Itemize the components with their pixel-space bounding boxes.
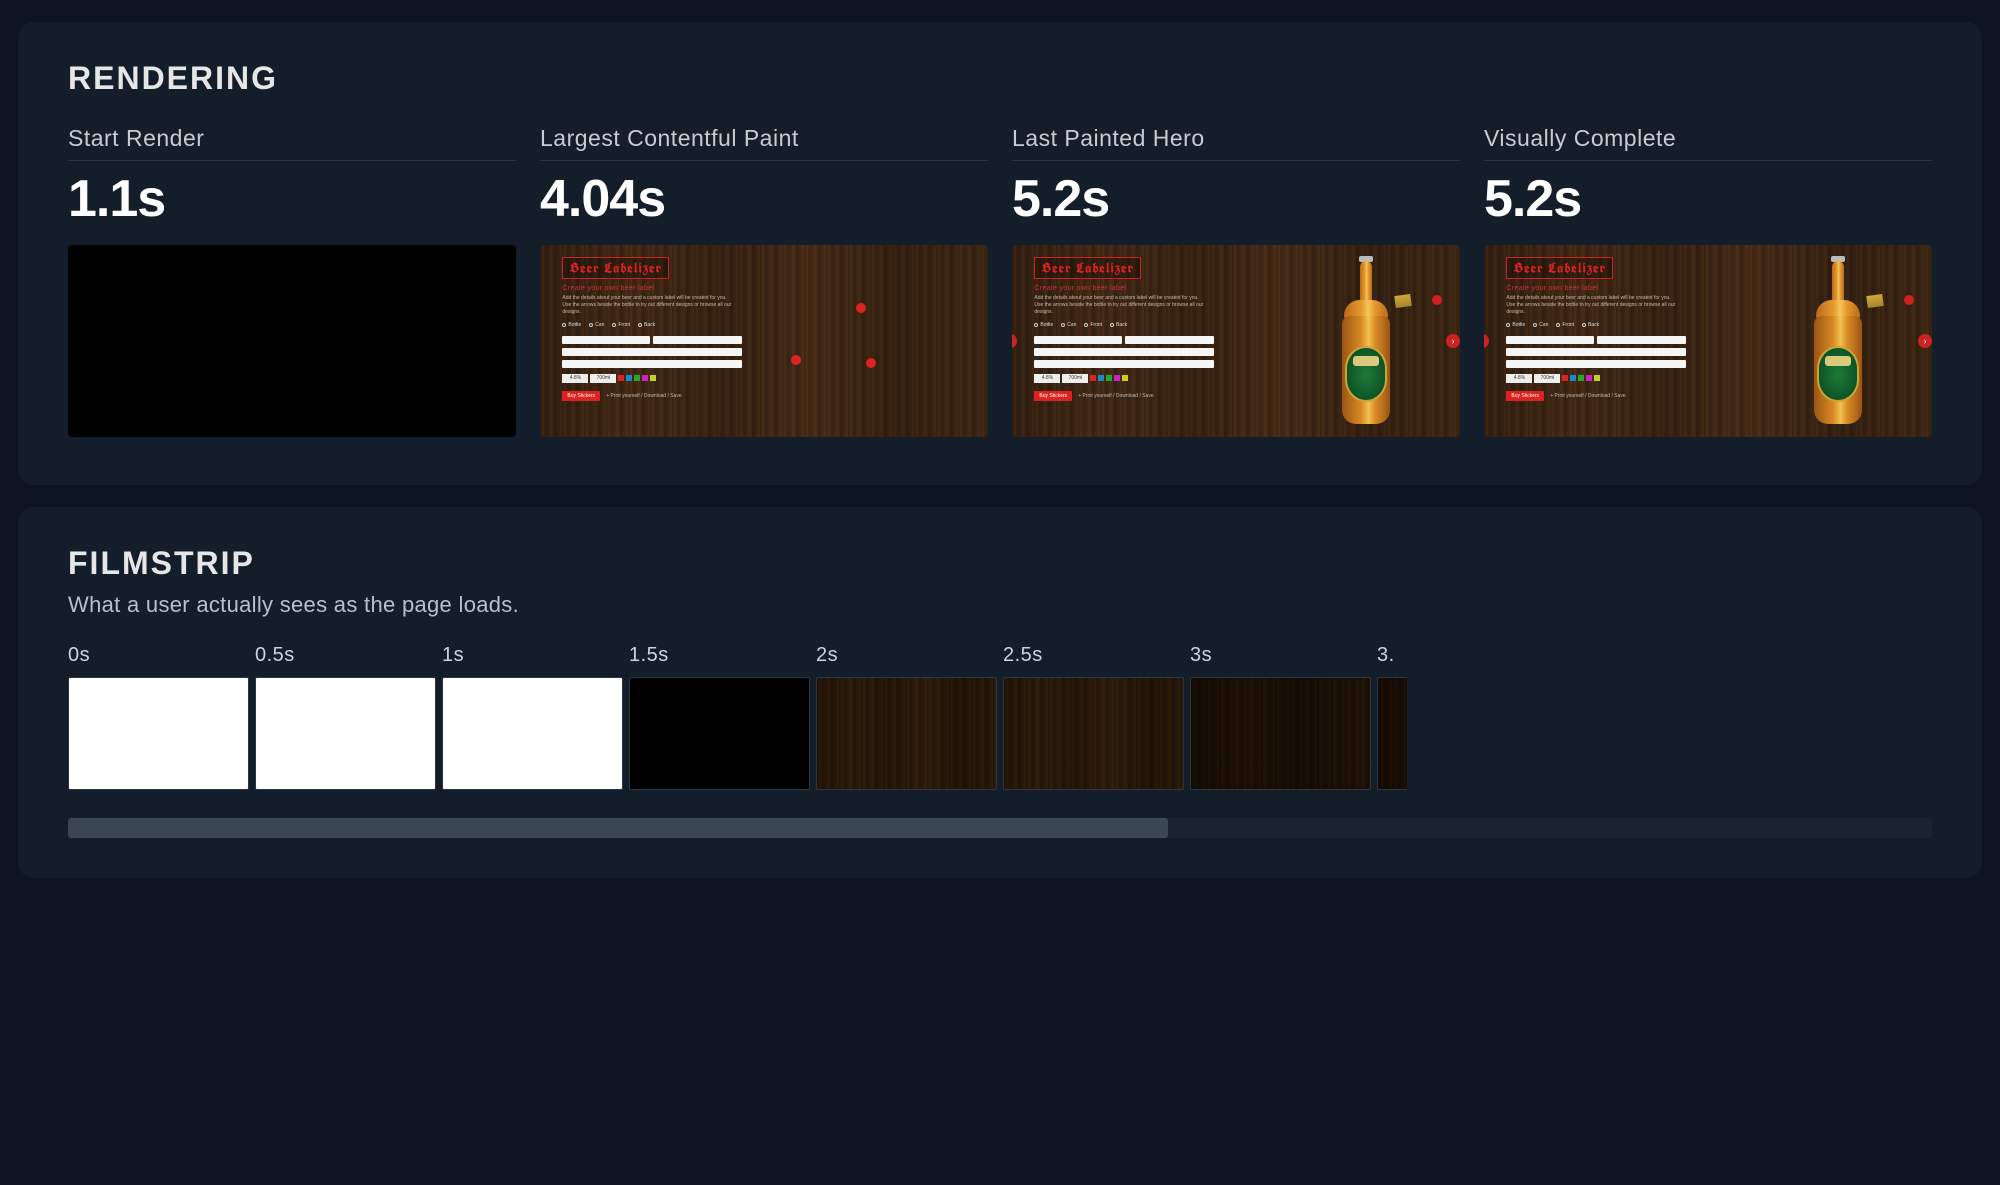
- app-radios: Bottle Can Front Back: [1034, 322, 1213, 328]
- frame-image: [68, 677, 249, 790]
- frame-image: [816, 677, 997, 790]
- frame-time: 0s: [68, 644, 249, 667]
- app-desc: Add the details about your beer and a cu…: [1506, 295, 1676, 316]
- frame-image: [1190, 677, 1371, 790]
- filmstrip-frame[interactable]: 3.: [1377, 644, 1407, 790]
- prev-arrow-icon: ‹: [1484, 334, 1489, 348]
- next-arrow-icon: ›: [1446, 334, 1460, 348]
- app-subtitle: Create your own beer label: [1034, 285, 1213, 292]
- metric-value: 4.04s: [540, 169, 988, 229]
- app-radios: Bottle Can Front Back: [1506, 322, 1685, 328]
- filmstrip-frame[interactable]: 0.5s: [255, 644, 436, 790]
- frame-image: [1377, 677, 1407, 790]
- app-subtitle: Create your own beer label: [562, 285, 741, 292]
- filmstrip-frame[interactable]: 2s: [816, 644, 997, 790]
- metric-thumbnail[interactable]: Beer Labelizer Create your own beer labe…: [1484, 245, 1932, 437]
- metric-last-painted-hero: Last Painted Hero 5.2s Beer Labelizer Cr…: [1012, 125, 1460, 437]
- app-form-mock: Beer Labelizer Create your own beer labe…: [562, 257, 741, 426]
- app-buy-button: Buy Stickers: [1506, 391, 1544, 401]
- bottle-preview: [1299, 253, 1433, 430]
- metric-lcp: Largest Contentful Paint 4.04s Beer Labe…: [540, 125, 988, 437]
- filmstrip-frame[interactable]: 1.5s: [629, 644, 810, 790]
- filmstrip-frame[interactable]: 3s: [1190, 644, 1371, 790]
- frame-image: [442, 677, 623, 790]
- rendering-title: RENDERING: [68, 60, 1932, 97]
- app-title: Beer Labelizer: [562, 257, 669, 279]
- bottle-preview: [1771, 253, 1905, 430]
- frame-image: [1003, 677, 1184, 790]
- filmstrip-viewport[interactable]: 0s 0.5s 1s 1.5s 2s 2.5s: [68, 644, 1932, 790]
- app-title: Beer Labelizer: [1506, 257, 1613, 279]
- filmstrip-frame[interactable]: 2.5s: [1003, 644, 1184, 790]
- metric-value: 5.2s: [1012, 169, 1460, 229]
- app-radios: Bottle Can Front Back: [562, 322, 741, 328]
- app-desc: Add the details about your beer and a cu…: [562, 295, 732, 316]
- frame-time: 0.5s: [255, 644, 436, 667]
- filmstrip-panel: FILMSTRIP What a user actually sees as t…: [18, 507, 1982, 878]
- filmstrip-row: 0s 0.5s 1s 1.5s 2s 2.5s: [68, 644, 1407, 790]
- metric-label: Visually Complete: [1484, 125, 1932, 161]
- app-desc: Add the details about your beer and a cu…: [1034, 295, 1204, 316]
- metric-label: Start Render: [68, 125, 516, 161]
- metric-thumbnail[interactable]: Beer Labelizer Create your own beer labe…: [1012, 245, 1460, 437]
- app-subtitle: Create your own beer label: [1506, 285, 1685, 292]
- app-buy-button: Buy Stickers: [1034, 391, 1072, 401]
- metric-label: Largest Contentful Paint: [540, 125, 988, 161]
- rendering-panel: RENDERING Start Render 1.1s Largest Cont…: [18, 22, 1982, 485]
- frame-time: 1s: [442, 644, 623, 667]
- frame-time: 3.: [1377, 644, 1407, 667]
- filmstrip-scrollbar[interactable]: [68, 818, 1932, 838]
- next-arrow-icon: ›: [1918, 334, 1932, 348]
- frame-time: 1.5s: [629, 644, 810, 667]
- frame-time: 2s: [816, 644, 997, 667]
- app-form-mock: Beer Labelizer Create your own beer labe…: [1034, 257, 1213, 426]
- frame-time: 2.5s: [1003, 644, 1184, 667]
- frame-time: 3s: [1190, 644, 1371, 667]
- lcp-markers: [755, 303, 957, 409]
- filmstrip-frame[interactable]: 1s: [442, 644, 623, 790]
- metric-visually-complete: Visually Complete 5.2s Beer Labelizer Cr…: [1484, 125, 1932, 437]
- frame-image: [629, 677, 810, 790]
- app-form-mock: Beer Labelizer Create your own beer labe…: [1506, 257, 1685, 426]
- metrics-row: Start Render 1.1s Largest Contentful Pai…: [68, 125, 1932, 437]
- metric-value: 5.2s: [1484, 169, 1932, 229]
- filmstrip-title: FILMSTRIP: [68, 545, 1932, 582]
- prev-arrow-icon: ‹: [1012, 334, 1017, 348]
- app-buy-button: Buy Stickers: [562, 391, 600, 401]
- zoom-icon: [1432, 295, 1442, 305]
- scrollbar-thumb[interactable]: [68, 818, 1168, 838]
- filmstrip-subtitle: What a user actually sees as the page lo…: [68, 592, 1932, 618]
- zoom-icon: [1904, 295, 1914, 305]
- metric-start-render: Start Render 1.1s: [68, 125, 516, 437]
- metric-label: Last Painted Hero: [1012, 125, 1460, 161]
- app-title: Beer Labelizer: [1034, 257, 1141, 279]
- metric-thumbnail[interactable]: [68, 245, 516, 437]
- metric-value: 1.1s: [68, 169, 516, 229]
- metric-thumbnail[interactable]: Beer Labelizer Create your own beer labe…: [540, 245, 988, 437]
- filmstrip-frame[interactable]: 0s: [68, 644, 249, 790]
- frame-image: [255, 677, 436, 790]
